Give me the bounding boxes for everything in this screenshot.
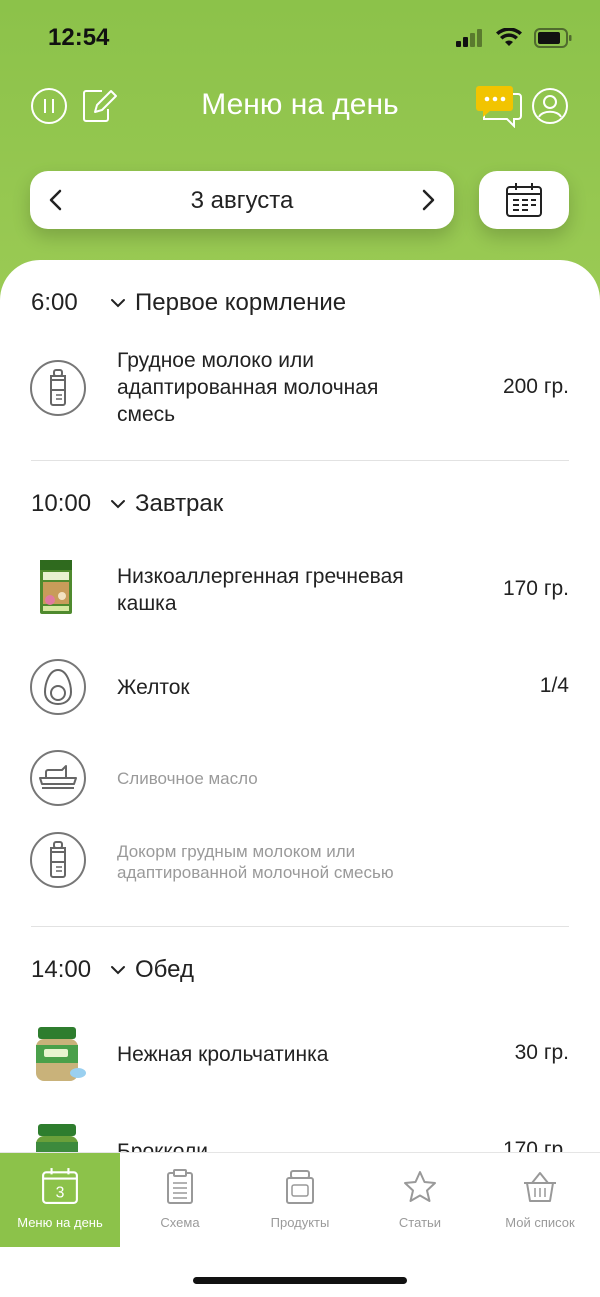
chat-icon xyxy=(476,86,522,128)
list-item[interactable]: Желток 1/4 xyxy=(0,659,600,719)
status-bar: 12:54 xyxy=(0,0,600,76)
user-icon xyxy=(532,88,568,124)
meal-time: 6:00 xyxy=(31,289,78,316)
cellular-signal-icon xyxy=(456,29,482,47)
meal-header[interactable]: 6:00 Первое кормление xyxy=(31,287,346,319)
item-name: Нежная крольчатинка xyxy=(117,1043,329,1066)
calendar-day-icon: 3 xyxy=(42,1168,78,1204)
item-quantity: 1/4 xyxy=(539,674,569,697)
tab-bar: 3 Меню на день Схема Продукты Статьи Мой… xyxy=(0,1152,600,1247)
cereal-box-image xyxy=(36,560,78,616)
item-name: Сливочное масло xyxy=(117,769,258,788)
divider xyxy=(31,460,569,461)
next-day-button[interactable] xyxy=(418,185,438,220)
tab-badge: 3 xyxy=(56,1185,65,1202)
clipboard-icon xyxy=(167,1169,193,1204)
item-name: Докорм грудным молоком или адаптированно… xyxy=(117,842,394,882)
item-name: Низкоаллергенная гречневая кашка xyxy=(117,565,404,615)
list-item[interactable]: Нежная крольчатинка 30 гр. xyxy=(0,1025,600,1085)
item-quantity: 30 гр. xyxy=(514,1041,569,1064)
tab-scheme[interactable]: Схема xyxy=(120,1153,240,1247)
date-selector: 3 августа xyxy=(30,171,454,229)
item-quantity: 200 гр. xyxy=(502,375,569,398)
home-indicator xyxy=(193,1277,407,1284)
chevron-right-icon xyxy=(422,189,435,211)
list-item[interactable]: Низкоаллергенная гречневая кашка 170 гр. xyxy=(0,558,600,622)
meal-list: 6:00 Первое кормление Грудное молоко или… xyxy=(0,260,600,1297)
meal-name: Первое кормление xyxy=(135,289,347,316)
tab-label: Мой список xyxy=(505,1215,575,1230)
tab-my-list[interactable]: Мой список xyxy=(480,1153,600,1247)
list-item[interactable]: Сливочное масло xyxy=(0,750,600,810)
chevron-down-icon xyxy=(111,966,125,975)
list-item[interactable]: Грудное молоко или адаптированная молочн… xyxy=(0,346,600,432)
item-name: Желток xyxy=(117,676,190,699)
tab-label: Схема xyxy=(160,1215,200,1230)
egg-yolk-icon xyxy=(30,659,86,715)
meal-name: Обед xyxy=(135,956,194,983)
tab-articles[interactable]: Статьи xyxy=(360,1153,480,1247)
basket-icon xyxy=(524,1172,556,1202)
top-bar: Меню на день xyxy=(0,80,600,132)
profile-button[interactable] xyxy=(531,87,569,125)
chevron-down-icon xyxy=(111,299,125,308)
meal-name: Завтрак xyxy=(135,490,224,517)
tab-products[interactable]: Продукты xyxy=(240,1153,360,1247)
tab-label: Продукты xyxy=(270,1215,330,1230)
chevron-down-icon xyxy=(111,500,125,509)
baby-food-jar-image xyxy=(30,1025,88,1085)
meal-header[interactable]: 14:00 Обед xyxy=(31,954,194,986)
baby-bottle-icon xyxy=(30,832,86,888)
calendar-icon xyxy=(506,183,542,217)
meal-time: 10:00 xyxy=(31,490,92,517)
wifi-icon xyxy=(496,28,522,46)
calendar-button[interactable] xyxy=(479,171,569,229)
butter-dish-icon xyxy=(30,750,86,806)
item-quantity: 170 гр. xyxy=(502,577,569,600)
current-date: 3 августа xyxy=(190,187,294,214)
status-icons xyxy=(456,28,572,48)
tab-label: Меню на день xyxy=(17,1215,103,1230)
baby-bottle-icon xyxy=(30,360,86,416)
meal-time: 14:00 xyxy=(31,956,92,983)
list-item[interactable]: Докорм грудным молоком или адаптированно… xyxy=(0,832,600,892)
battery-icon xyxy=(534,28,572,48)
status-time: 12:54 xyxy=(48,24,110,51)
chat-button[interactable] xyxy=(476,84,522,128)
divider xyxy=(31,926,569,927)
jar-icon xyxy=(286,1170,314,1204)
meal-header[interactable]: 10:00 Завтрак xyxy=(31,488,223,520)
item-name: Грудное молоко или адаптированная молочн… xyxy=(117,349,379,426)
tab-menu-of-day[interactable]: 3 Меню на день xyxy=(0,1153,120,1247)
tab-label: Статьи xyxy=(398,1215,442,1230)
star-icon xyxy=(404,1171,436,1202)
